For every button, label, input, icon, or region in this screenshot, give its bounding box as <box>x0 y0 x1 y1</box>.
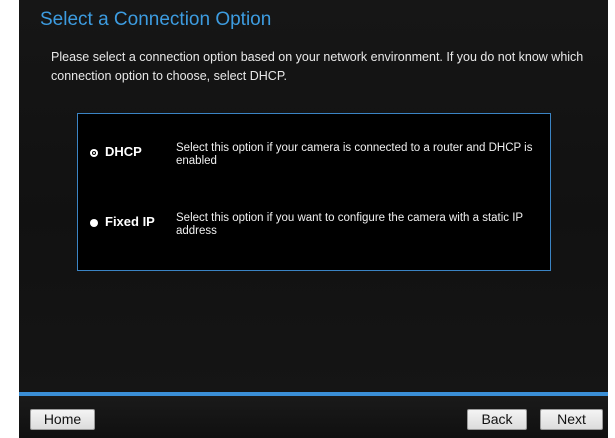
home-button[interactable]: Home <box>30 409 95 430</box>
fixed-ip-description: Select this option if you want to config… <box>176 212 523 237</box>
dhcp-description: Select this option if your camera is con… <box>176 142 533 167</box>
dhcp-label[interactable]: DHCP <box>105 144 142 159</box>
dhcp-radio-button[interactable] <box>90 149 98 157</box>
page-title: Select a Connection Option <box>40 9 272 30</box>
fixed-ip-radio-button[interactable] <box>90 219 98 227</box>
connection-options-box: DHCP Select this option if your camera i… <box>77 113 551 271</box>
next-button[interactable]: Next <box>540 409 603 430</box>
wizard-panel: Select a Connection Option Please select… <box>19 0 608 392</box>
intro-text: Please select a connection option based … <box>51 50 584 83</box>
back-button[interactable]: Back <box>467 409 527 430</box>
fixed-ip-label[interactable]: Fixed IP <box>105 214 155 229</box>
setup-wizard-window: Select a Connection Option Please select… <box>0 0 615 438</box>
